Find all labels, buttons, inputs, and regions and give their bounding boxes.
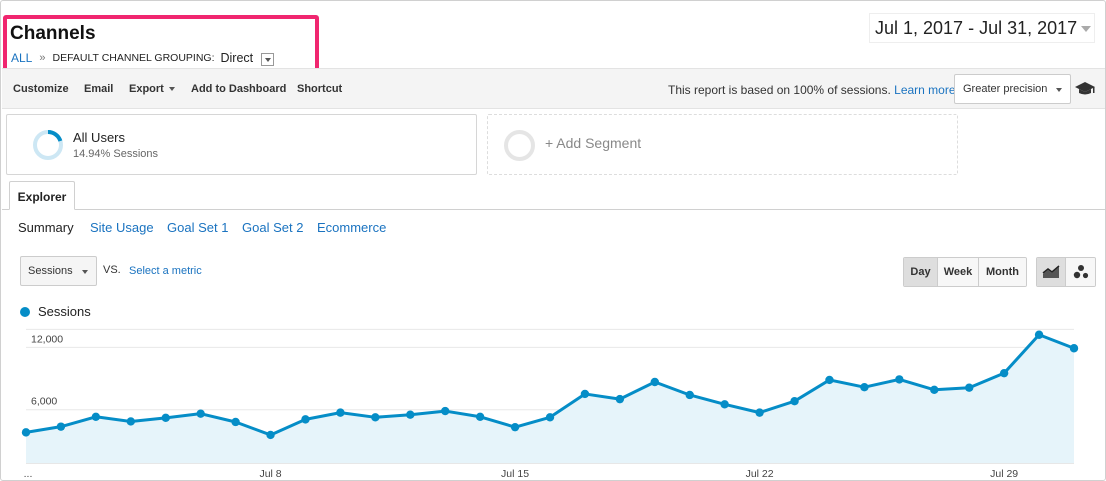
subtab-summary[interactable]: Summary <box>18 220 74 235</box>
bubble-chart-icon <box>1073 265 1088 279</box>
shortcut-button[interactable]: Shortcut <box>297 83 342 95</box>
graduation-cap-icon[interactable] <box>1074 81 1096 97</box>
data-point <box>965 383 974 392</box>
metric-select[interactable]: Sessions <box>20 256 97 286</box>
data-point <box>91 412 101 421</box>
data-point <box>56 422 66 431</box>
chevron-down-icon <box>1081 26 1091 32</box>
segment-ring-icon <box>33 129 63 160</box>
data-point <box>475 412 485 421</box>
data-point <box>825 375 834 385</box>
data-point <box>720 400 729 409</box>
data-point <box>895 375 904 384</box>
segment-name: All Users <box>73 130 126 145</box>
customize-button[interactable]: Customize <box>13 83 69 95</box>
y-tick-label: 12,000 <box>31 333 63 345</box>
chart-legend: Sessions <box>20 304 91 319</box>
vs-label: VS. <box>103 264 121 276</box>
data-point <box>336 408 345 417</box>
line-chart-icon <box>1042 265 1060 278</box>
legend-swatch <box>20 306 30 317</box>
chevron-down-icon <box>168 87 175 92</box>
data-point <box>301 415 310 424</box>
data-point <box>860 382 869 392</box>
data-point <box>580 389 590 399</box>
breadcrumb-dimension-label: DEFAULT CHANNEL GROUPING: <box>52 52 215 64</box>
date-range-text: Jul 1, 2017 - Jul 31, 2017 <box>875 17 1078 38</box>
data-point <box>266 430 275 440</box>
data-point <box>510 422 520 432</box>
x-tick-label: ... <box>24 468 33 480</box>
data-point <box>1034 330 1044 339</box>
analytics-frame: Channels ALL » DEFAULT CHANNEL GROUPING:… <box>0 0 1106 481</box>
data-point <box>161 413 170 423</box>
report-toolbar: Customize Email Export Add to Dashboard … <box>2 68 1105 109</box>
precision-select[interactable]: Greater precision <box>954 74 1071 104</box>
breadcrumb-separator: » <box>39 52 46 64</box>
add-to-dashboard-button[interactable]: Add to Dashboard <box>191 83 286 95</box>
select-metric-link[interactable]: Select a metric <box>129 265 202 277</box>
subtab-goal-set-2[interactable]: Goal Set 2 <box>242 220 303 235</box>
add-segment-button[interactable]: + Add Segment <box>487 114 958 175</box>
sessions-chart: 6,000 12,000... Jul 8 Jul 15 Jul 22 Jul 29 <box>21 328 1079 480</box>
data-point <box>685 390 694 400</box>
export-button[interactable]: Export <box>129 83 175 95</box>
line-chart-button[interactable] <box>1037 258 1066 286</box>
sampling-info: This report is based on 100% of sessions… <box>668 83 956 97</box>
subtab-goal-set-1[interactable]: Goal Set 1 <box>167 220 228 235</box>
data-point <box>650 377 659 387</box>
sampling-info-text: This report is based on 100% of sessions… <box>668 83 891 97</box>
empty-ring-icon <box>504 130 535 161</box>
month-button[interactable]: Month <box>979 258 1026 286</box>
subtab-site-usage[interactable]: Site Usage <box>90 220 154 235</box>
data-point <box>196 409 205 418</box>
data-point <box>755 408 764 417</box>
segment-percentage: 14.94% Sessions <box>73 148 158 160</box>
sessions-area <box>26 334 1074 463</box>
data-point <box>441 406 450 416</box>
data-point <box>545 413 555 422</box>
period-toggle: Day Week Month <box>903 257 1027 287</box>
data-point <box>999 368 1009 378</box>
export-label: Export <box>129 83 164 95</box>
tab-explorer[interactable]: Explorer <box>9 181 75 210</box>
precision-value: Greater precision <box>963 83 1048 95</box>
chart-type-toggle <box>1036 257 1096 287</box>
week-button[interactable]: Week <box>938 258 979 286</box>
motion-chart-button[interactable] <box>1066 258 1095 286</box>
chevron-down-icon <box>82 270 88 274</box>
data-point <box>126 417 135 426</box>
chevron-down-icon <box>1056 88 1062 92</box>
data-point <box>930 385 939 394</box>
data-point <box>406 410 415 419</box>
date-range-picker[interactable]: Jul 1, 2017 - Jul 31, 2017 <box>869 13 1095 43</box>
breadcrumb-dimension-value: Direct <box>220 51 254 65</box>
legend-label: Sessions <box>38 304 91 319</box>
y-tick-label: 6,000 <box>31 396 57 408</box>
segment-all-users[interactable]: All Users 14.94% Sessions <box>6 114 477 175</box>
add-segment-label: + Add Segment <box>545 135 642 151</box>
data-point <box>1069 344 1079 353</box>
data-point <box>231 417 240 427</box>
learn-more-link[interactable]: Learn more <box>894 83 955 97</box>
email-button[interactable]: Email <box>84 83 113 95</box>
page-title: Channels <box>10 23 96 44</box>
chevron-down-icon[interactable] <box>261 52 275 66</box>
breadcrumb-all-link[interactable]: ALL <box>11 51 32 65</box>
tab-divider <box>2 209 1105 210</box>
x-tick-label: Jul 8 <box>259 468 281 480</box>
x-tick-label: Jul 29 <box>990 468 1018 480</box>
day-button[interactable]: Day <box>904 258 938 286</box>
x-tick-label: Jul 22 <box>746 468 774 480</box>
subtab-ecommerce[interactable]: Ecommerce <box>317 220 386 235</box>
x-tick-label: Jul 15 <box>501 468 529 480</box>
metric-value: Sessions <box>28 265 73 277</box>
data-point <box>615 394 625 404</box>
data-point <box>790 397 799 406</box>
data-point <box>371 413 380 422</box>
breadcrumb: ALL » DEFAULT CHANNEL GROUPING: Direct <box>11 51 275 66</box>
data-point <box>21 428 31 437</box>
